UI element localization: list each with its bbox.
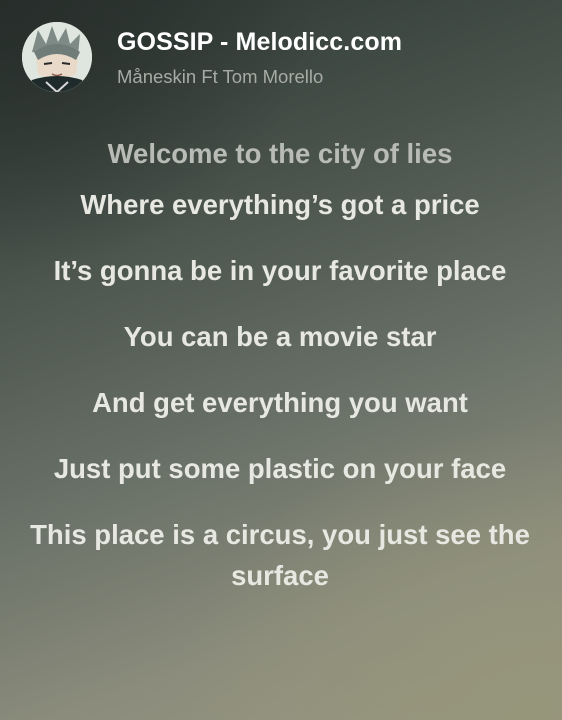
anime-character-avatar-icon bbox=[22, 22, 92, 92]
song-artist: Måneskin Ft Tom Morello bbox=[117, 66, 324, 87]
lyric-line[interactable]: And get everything you want bbox=[30, 382, 530, 423]
avatar[interactable] bbox=[22, 22, 92, 92]
lyric-line[interactable]: You can be a movie star bbox=[30, 316, 530, 357]
lyric-line[interactable]: This place is a circus, you just see the… bbox=[30, 514, 530, 596]
lyric-line[interactable]: It’s gonna be in your favorite place bbox=[30, 250, 530, 291]
lyric-line[interactable]: Welcome to the city of lies bbox=[30, 133, 530, 174]
track-header[interactable]: GOSSIP - Melodicc.com Måneskin Ft Tom Mo… bbox=[22, 22, 552, 94]
lyric-line[interactable]: Just put some plastic on your face bbox=[30, 448, 530, 489]
lyric-line[interactable]: Where everything’s got a price bbox=[30, 184, 530, 225]
song-title: GOSSIP - Melodicc.com bbox=[117, 28, 403, 56]
lyrics-panel[interactable]: Welcome to the city of lies Where everyt… bbox=[30, 133, 530, 621]
